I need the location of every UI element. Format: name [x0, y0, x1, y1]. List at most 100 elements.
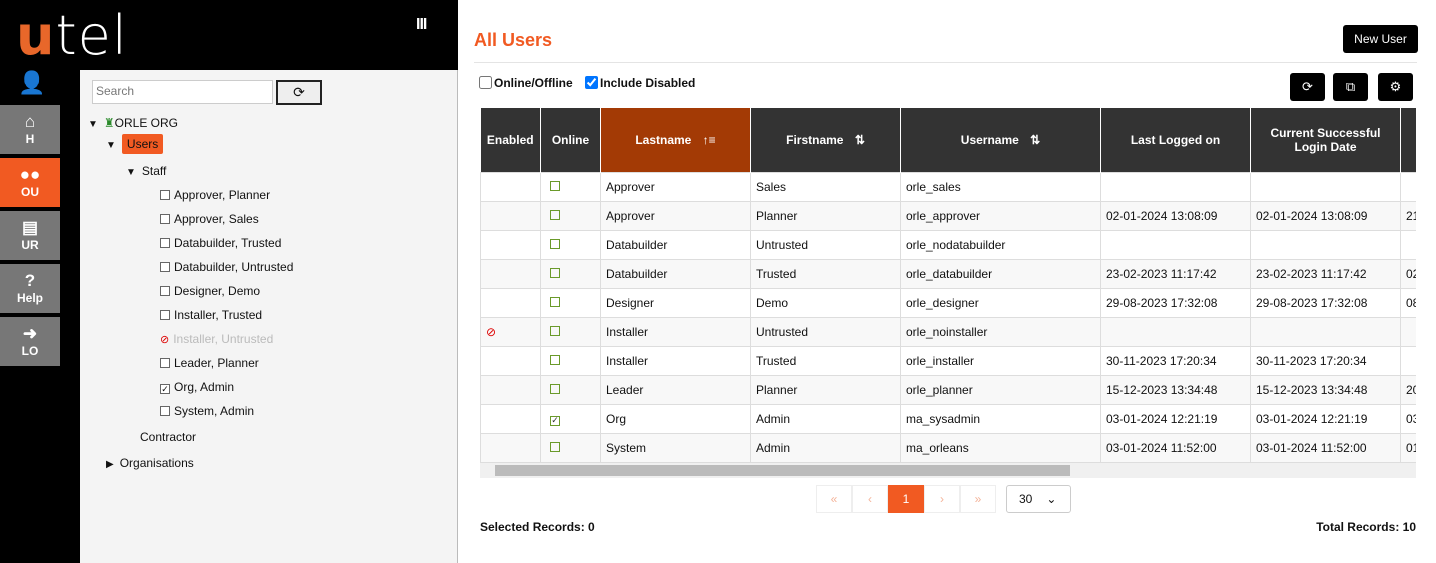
sort-icon[interactable]: ⇅: [851, 133, 865, 147]
tree-node-user[interactable]: Leader, Planner: [160, 356, 259, 370]
tree-refresh-button[interactable]: ⟳: [276, 80, 322, 105]
tree-node-user[interactable]: Databuilder, Untrusted: [160, 260, 293, 274]
table-cell: Admin: [750, 403, 901, 434]
table-cell: ma_orleans: [900, 432, 1101, 463]
table-cell: 01: [1400, 432, 1416, 463]
user-profile-icon[interactable]: 👤: [18, 70, 45, 96]
node-label: Databuilder, Untrusted: [174, 260, 294, 274]
export-button[interactable]: ⧉: [1333, 73, 1368, 101]
column-header[interactable]: Online: [540, 108, 601, 172]
table-cell: [480, 171, 541, 202]
tree-search-input[interactable]: Search: [92, 80, 273, 104]
tree-node-staff[interactable]: ▼ Staff: [126, 164, 166, 178]
table-cell: [480, 403, 541, 434]
main-panel: All Users New User Online/Offline Includ…: [460, 0, 1436, 563]
table-cell: [480, 374, 541, 405]
table-cell: 29-08-2023 17:32:08: [1100, 287, 1251, 318]
column-header[interactable]: Current Successful Login Date: [1250, 108, 1401, 172]
table-cell: [540, 229, 601, 260]
online-checkbox-icon: [550, 325, 560, 336]
table-row[interactable]: Approver Planner orle_approver 02-01-2024 1…: [480, 200, 1416, 231]
nav-help[interactable]: ? Help: [0, 264, 60, 315]
disabled-icon: ⊘: [486, 324, 497, 339]
column-header[interactable]: Username ⇅: [900, 108, 1101, 172]
refresh-button[interactable]: ⟳: [1290, 73, 1325, 101]
scrollbar-thumb[interactable]: [495, 465, 1070, 476]
online-offline-checkbox[interactable]: Online/Offline: [479, 76, 573, 90]
checkbox-icon: [160, 310, 170, 320]
table-row[interactable]: ⊘ Installer Untrusted orle_noinstaller: [480, 316, 1416, 347]
tree-node-user[interactable]: ✓ Org, Admin: [160, 380, 234, 394]
table-cell: ⊘: [480, 316, 541, 347]
table-cell: ✓: [540, 403, 601, 434]
tree-node-users[interactable]: ▼ Users: [106, 134, 164, 154]
menu-toggle-button[interactable]: III: [416, 16, 427, 34]
column-label: Firstname: [786, 132, 844, 147]
tree-node-user[interactable]: Approver, Sales: [160, 212, 259, 226]
column-header[interactable]: Last Logged on: [1100, 108, 1251, 172]
tree-node-user[interactable]: Databuilder, Trusted: [160, 236, 281, 250]
tree-node-user[interactable]: System, Admin: [160, 404, 254, 418]
column-header[interactable]: Enabled: [480, 108, 541, 172]
table-cell: 21: [1400, 200, 1416, 231]
column-label: Username: [960, 132, 1019, 147]
column-header[interactable]: Lastname ↑≡: [600, 108, 751, 172]
nav-ur[interactable]: ▤ UR: [0, 211, 60, 262]
table-row[interactable]: System Admin ma_orleans 03-01-2024 11:52:00…: [480, 432, 1416, 463]
table-cell: 08: [1400, 287, 1416, 318]
table-cell: [540, 171, 601, 202]
tree-node-user[interactable]: Installer, Trusted: [160, 308, 262, 322]
checkbox-icon: [160, 286, 170, 296]
table-cell: 02-01-2024 13:08:09: [1100, 200, 1251, 231]
sort-icon[interactable]: ⇅: [1027, 133, 1040, 147]
nav-ou[interactable]: ●● OU: [0, 158, 60, 209]
table-cell: 30-11-2023 17:20:34: [1100, 345, 1251, 376]
table-cell: 15-12-2023 13:34:48: [1250, 374, 1401, 405]
table-cell: 02-01-2024 13:08:09: [1250, 200, 1401, 231]
nav-home[interactable]: ⌂ H: [0, 105, 60, 156]
table-row[interactable]: Databuilder Untrusted orle_nodatabuilder: [480, 229, 1416, 260]
page-size-select[interactable]: 30 ⌄: [1006, 485, 1071, 513]
node-label: Approver, Sales: [174, 212, 259, 226]
table-cell: [1400, 171, 1416, 202]
table-row[interactable]: Databuilder Trusted orle_databuilder 23-02-…: [480, 258, 1416, 289]
divider: [474, 62, 1417, 63]
last-page-button[interactable]: »: [960, 485, 996, 513]
horizontal-scrollbar[interactable]: [480, 463, 1416, 478]
page-1-button[interactable]: 1: [888, 485, 924, 513]
column-header[interactable]: L: [1400, 108, 1416, 172]
table-row[interactable]: Designer Demo orle_designer 29-08-2023 17:3…: [480, 287, 1416, 318]
tree-node-root[interactable]: ▼ ♜ORLE ORG: [88, 116, 178, 130]
checkbox-icon: [160, 238, 170, 248]
next-page-button[interactable]: ›: [924, 485, 960, 513]
new-user-button[interactable]: New User: [1343, 25, 1418, 53]
tree-node-organisations[interactable]: ▶ Organisations: [106, 456, 194, 470]
table-cell: Approver: [600, 171, 751, 202]
table-cell: [1100, 171, 1251, 202]
table-row[interactable]: Installer Trusted orle_installer 30-11-2023…: [480, 345, 1416, 376]
pagination: « ‹ 1 › »: [816, 485, 996, 513]
id-card-icon: ▤: [21, 218, 39, 237]
tree-node-user[interactable]: ⊘ Installer, Untrusted: [160, 332, 273, 346]
checkbox-icon: [160, 406, 170, 416]
table-cell: [1100, 229, 1251, 260]
table-row[interactable]: ✓ Org Admin ma_sysadmin 03-01-2024 12:21:19 0…: [480, 403, 1416, 434]
column-header[interactable]: Firstname ⇅: [750, 108, 901, 172]
table-cell: [1400, 229, 1416, 260]
prev-page-button[interactable]: ‹: [852, 485, 888, 513]
include-disabled-checkbox[interactable]: Include Disabled: [585, 76, 695, 90]
sort-asc-icon[interactable]: ↑≡: [699, 133, 716, 147]
settings-button[interactable]: ⚙: [1378, 73, 1413, 101]
table-row[interactable]: Approver Sales orle_sales: [480, 171, 1416, 202]
table-cell: 03-01-2024 12:21:19: [1250, 403, 1401, 434]
table-cell: [480, 200, 541, 231]
tree-node-user[interactable]: Approver, Planner: [160, 188, 270, 202]
first-page-button[interactable]: «: [816, 485, 852, 513]
tree-node-contractor[interactable]: Contractor: [140, 430, 196, 444]
table-row[interactable]: Leader Planner orle_planner 15-12-2023 13:3…: [480, 374, 1416, 405]
column-label: Online: [551, 132, 590, 147]
org-tree-panel: Search ⟳ ▼ ♜ORLE ORG ▼ Users ▼ Staff Approv…: [80, 70, 458, 563]
tree-node-user[interactable]: Designer, Demo: [160, 284, 260, 298]
table-cell: orle_noinstaller: [900, 316, 1101, 347]
nav-logout[interactable]: ➜ LO: [0, 317, 60, 368]
